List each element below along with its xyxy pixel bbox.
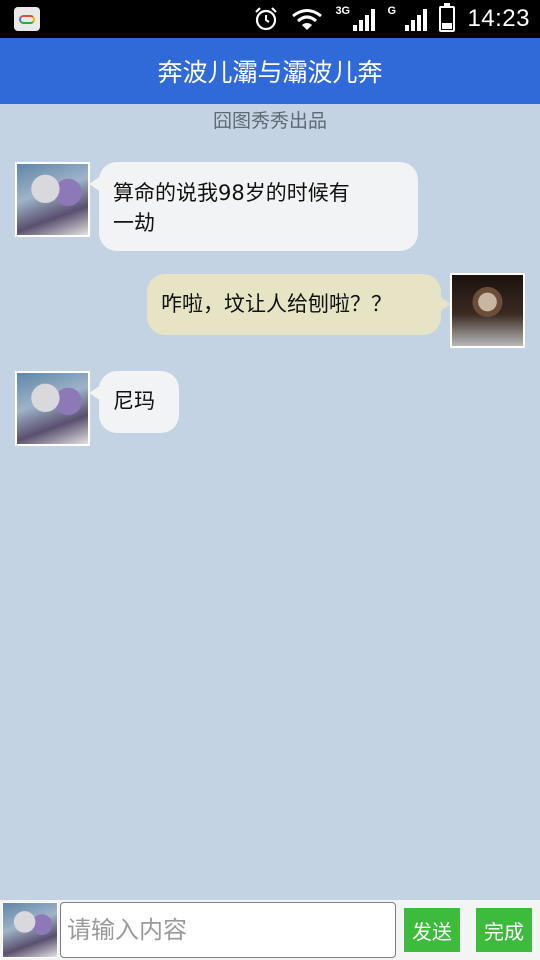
title-bar: 奔波儿灞与灞波儿奔 xyxy=(0,38,540,104)
send-button[interactable]: 发送 xyxy=(404,908,460,952)
app-icon xyxy=(14,7,40,31)
alarm-icon xyxy=(255,7,278,31)
avatar[interactable] xyxy=(15,162,90,237)
message-bubble: 咋啦，坟让人给刨啦？？ xyxy=(147,274,451,335)
network-type-label-2: G xyxy=(387,5,396,17)
avatar-switch[interactable] xyxy=(2,902,58,958)
message-text: 咋啦，坟让人给刨啦？？ xyxy=(161,292,392,316)
avatar[interactable] xyxy=(450,273,525,348)
message-text: 算命的说我98岁的时候有 xyxy=(113,181,350,205)
input-bar: 发送 完成 xyxy=(0,900,540,960)
battery-icon xyxy=(439,3,456,32)
page-title: 奔波儿灞与灞波儿奔 xyxy=(157,58,383,87)
message-bubble: 尼玛 xyxy=(89,371,179,433)
message-text: 尼玛 xyxy=(113,389,155,413)
credit-text: 囧图秀秀出品 xyxy=(212,110,327,132)
message-text: 一劫 xyxy=(113,211,155,235)
done-button[interactable]: 完成 xyxy=(476,908,532,952)
network-type-label: 3G xyxy=(335,5,351,17)
status-time: 14:23 xyxy=(467,5,530,32)
message-input[interactable] xyxy=(60,902,396,958)
signal-icon: 3G xyxy=(335,5,376,33)
status-bar: 3G G 14:23 xyxy=(0,0,540,38)
message-bubble: 算命的说我98岁的时候有 一劫 xyxy=(89,162,418,251)
signal-icon-2: G xyxy=(387,5,428,33)
avatar[interactable] xyxy=(15,371,90,446)
wifi-icon xyxy=(292,9,323,30)
